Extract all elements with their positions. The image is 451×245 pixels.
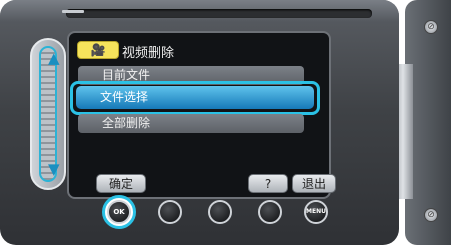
help-softkey[interactable]: ? — [248, 174, 288, 193]
scroll-slider[interactable]: ▲ ▼ — [39, 46, 60, 182]
menu-title: 视频删除 — [122, 46, 175, 61]
top-slot — [66, 9, 372, 18]
button-2[interactable] — [158, 200, 182, 224]
ok-button[interactable]: OK — [107, 200, 131, 224]
menu-button[interactable]: MENU — [304, 200, 328, 224]
screw-icon: ⊘ — [424, 20, 438, 34]
scroll-sensor[interactable]: ▲ ▼ — [30, 38, 66, 190]
menu-item-label: 目前文件 — [102, 68, 151, 82]
arrow-down-icon[interactable]: ▼ — [48, 162, 60, 177]
button-3[interactable] — [208, 200, 232, 224]
video-camera-icon: 🎥 — [77, 41, 119, 59]
menu-item-label: 文件选择 — [100, 90, 149, 104]
lcd-panel: ▲ ▼ 🎥 视频删除 目前文件 文件选择 全部删除 确定 ? 退出 OK MEN… — [0, 0, 399, 245]
ok-softkey[interactable]: 确定 — [96, 174, 146, 193]
menu-item-delete-all[interactable]: 全部删除 — [78, 114, 304, 133]
slot-mark — [62, 10, 84, 13]
arrow-up-icon[interactable]: ▲ — [48, 51, 60, 66]
exit-softkey[interactable]: 退出 — [292, 174, 336, 193]
menu-item-label: 全部删除 — [102, 116, 151, 130]
button-4[interactable] — [258, 200, 282, 224]
menu-item-file-select[interactable]: 文件选择 — [76, 86, 314, 109]
screw-icon: ⊘ — [424, 208, 438, 222]
